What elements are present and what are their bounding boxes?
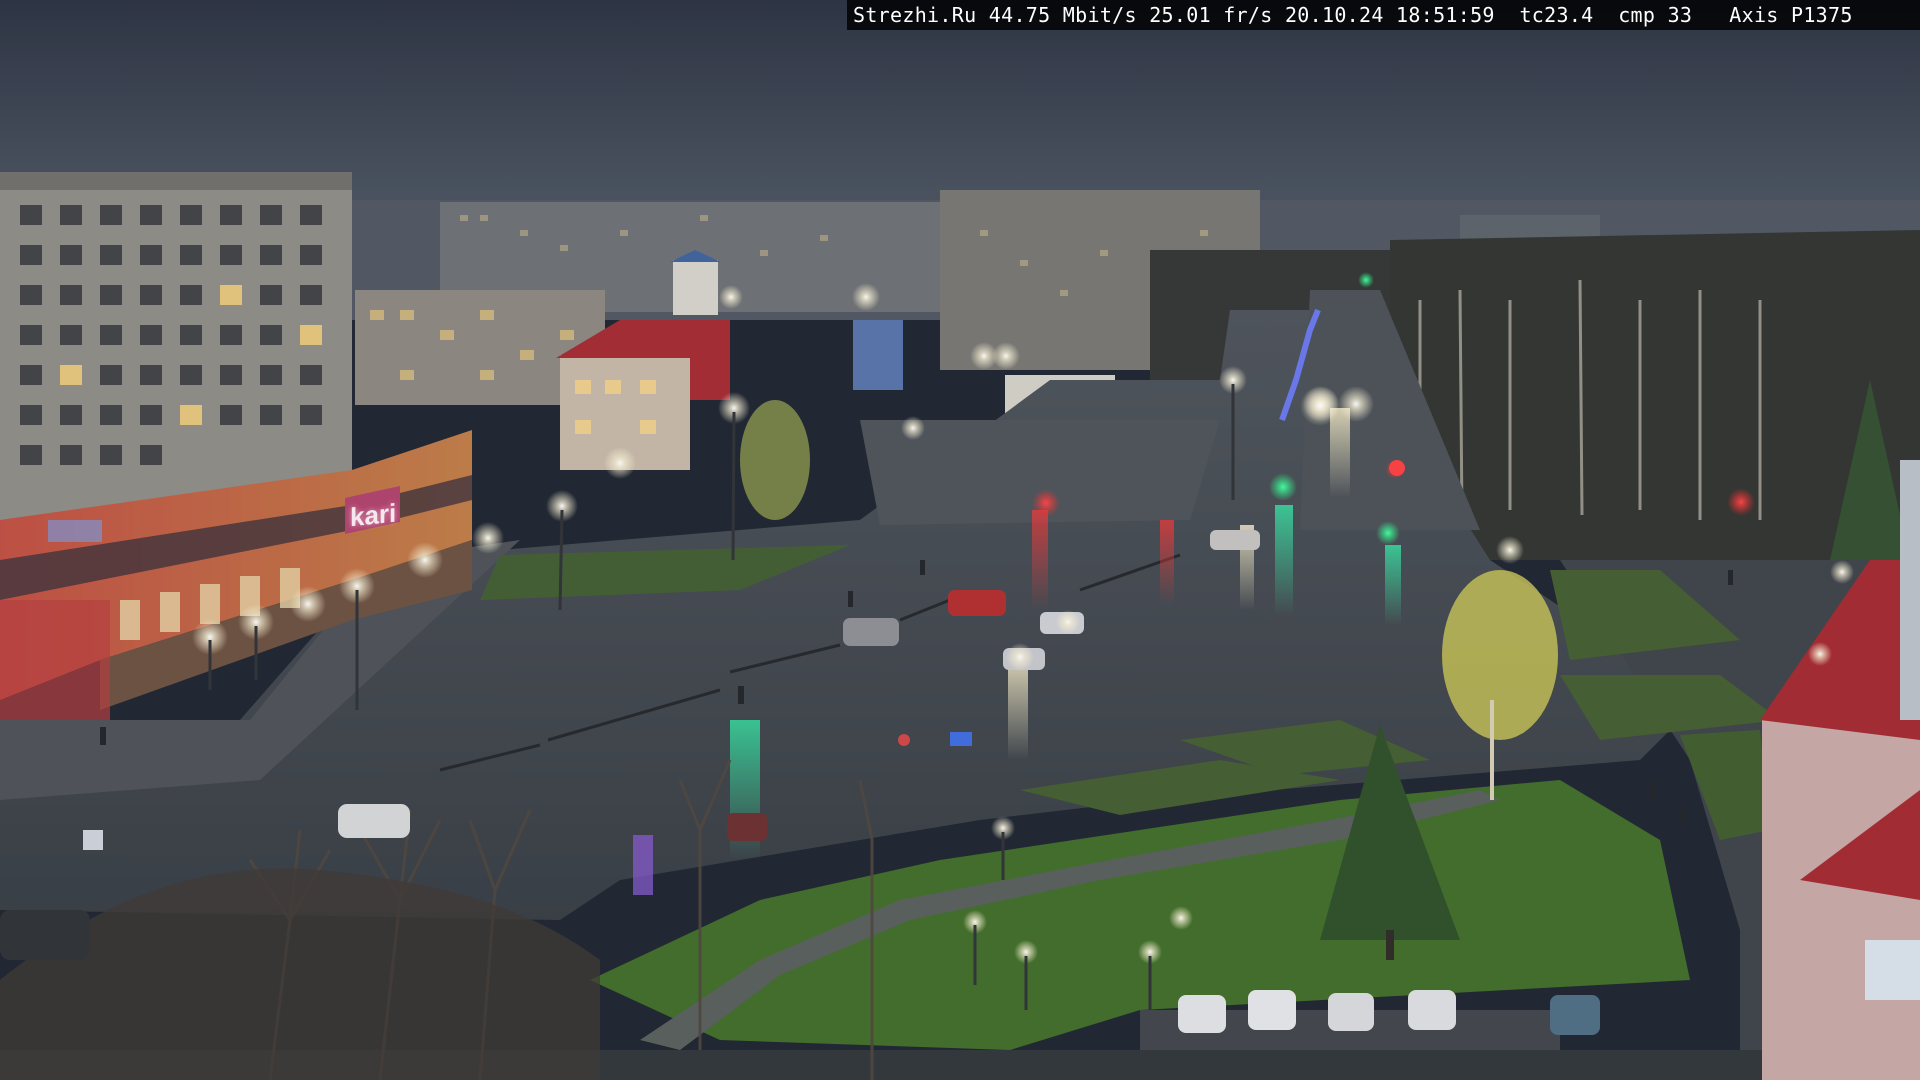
osd-time: 18:51:59: [1396, 3, 1495, 27]
osd-cmp: cmp 33: [1618, 3, 1693, 27]
osd-spacer-2: [1137, 0, 1149, 30]
webcam-frame: kari Strezhi.Ru 44.75 Mbit/s 25.01 fr/s …: [0, 0, 1920, 1080]
city-square-scene: [0, 0, 1920, 1080]
osd-spacer-4: [1384, 0, 1396, 30]
osd-spacer-5: [1495, 0, 1520, 30]
osd-framerate: 25.01 fr/s: [1149, 3, 1273, 27]
store-sign-kari: kari: [350, 497, 397, 533]
osd-spacer-3: [1273, 0, 1285, 30]
camera-osd-bar: Strezhi.Ru 44.75 Mbit/s 25.01 fr/s 20.10…: [847, 0, 1920, 30]
osd-site-name: Strezhi.Ru: [853, 3, 977, 27]
mist-overlay: [0, 0, 1920, 1080]
osd-spacer-1: [976, 0, 988, 30]
osd-date: 20.10.24: [1284, 3, 1384, 27]
osd-bitrate: 44.75 Mbit/s: [988, 3, 1137, 27]
osd-tc: tc23.4: [1519, 3, 1594, 27]
osd-camera-model: Axis P1375: [1729, 3, 1853, 27]
osd-spacer-7: [1692, 0, 1729, 30]
osd-spacer-6: [1594, 0, 1619, 30]
